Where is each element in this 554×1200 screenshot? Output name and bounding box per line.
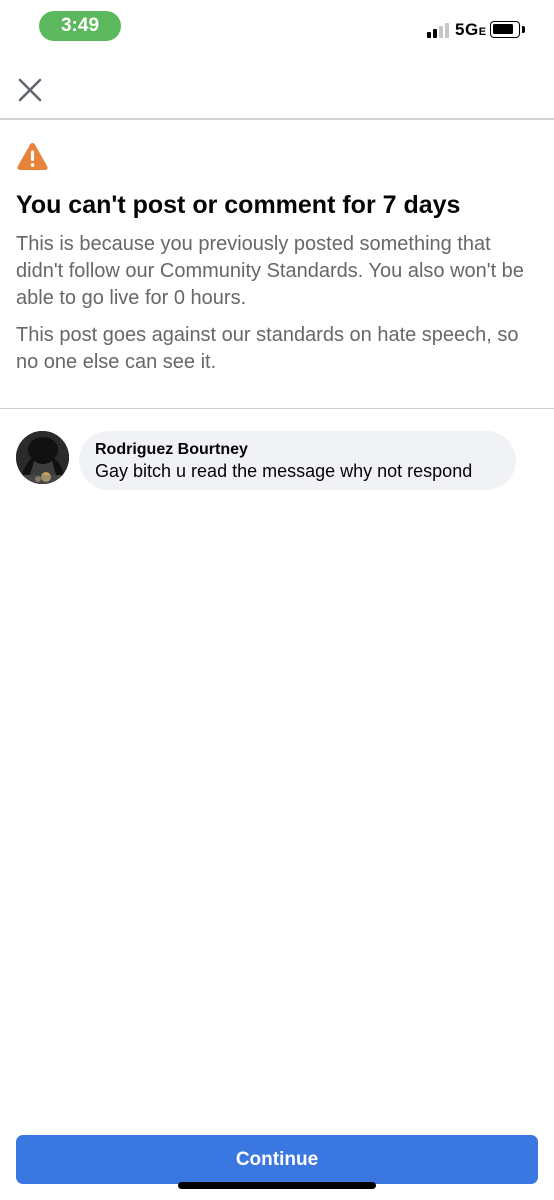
comment-author: Rodriguez Bourtney bbox=[95, 441, 248, 458]
status-time: 3:49 bbox=[39, 11, 121, 41]
notice-reason-text: This is because you previously posted so… bbox=[16, 233, 524, 309]
comment-bubble: Rodriguez Bourtney Gay bitch u read the … bbox=[79, 431, 516, 490]
close-button[interactable] bbox=[12, 72, 48, 108]
continue-button[interactable]: Continue bbox=[16, 1135, 538, 1184]
network-label: 5G bbox=[455, 20, 479, 39]
content-divider bbox=[0, 408, 554, 409]
network-suffix: E bbox=[478, 26, 487, 38]
home-indicator bbox=[178, 1182, 376, 1189]
header-divider bbox=[0, 118, 554, 120]
network-type: 5GE bbox=[455, 20, 487, 40]
comment-text: Gay bitch u read the message why not res… bbox=[95, 461, 473, 481]
status-bar: 3:49 5GE bbox=[0, 0, 554, 56]
battery-icon bbox=[490, 21, 520, 38]
cellular-signal-icon bbox=[427, 22, 451, 38]
close-icon bbox=[18, 78, 42, 102]
battery-nub bbox=[522, 26, 525, 33]
notice-title: You can't post or comment for 7 days bbox=[16, 191, 461, 219]
avatar bbox=[16, 431, 69, 484]
avatar-photo bbox=[16, 431, 69, 484]
warning-triangle-icon bbox=[17, 143, 48, 170]
notice-hate-speech-text: This post goes against our standards on … bbox=[16, 324, 519, 373]
